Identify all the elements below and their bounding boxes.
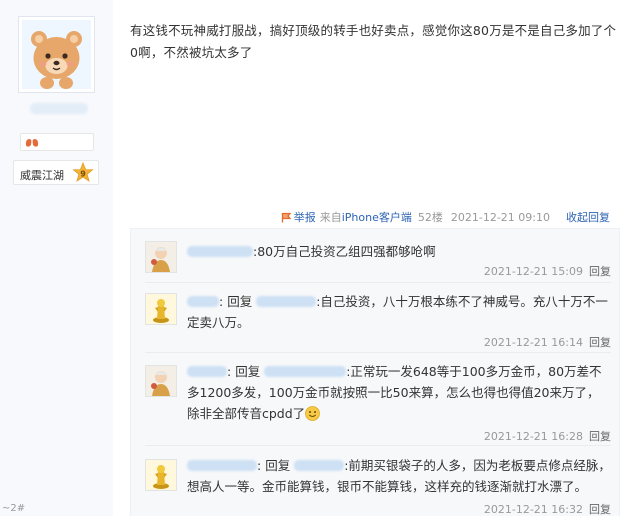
lungs-icon [25,137,39,147]
figure-avatar-icon [146,366,176,396]
collapse-replies-link[interactable]: 收起回复 [566,209,610,225]
reply-body: : 回复 :前期买银袋子的人多，因为老板要点修点经脉，想高人一等。金币能算钱，银… [187,458,611,494]
reply-word: 回复 [227,294,253,309]
reply-text: :80万自己投资乙组四强都够呛啊 [253,244,436,259]
reply-avatar[interactable] [145,459,177,491]
reply-divider [145,352,611,353]
reply-button[interactable]: 回复 [589,430,611,443]
level-number: 9 [80,170,86,179]
reply-username-redacted[interactable] [187,296,219,307]
reply-username-redacted[interactable] [187,460,257,471]
level-star-icon: 9 [72,162,94,182]
reply-target-username-redacted[interactable] [256,296,317,307]
reply-time: 2021-12-21 16:14 [483,336,583,349]
author-level-badge[interactable]: 威震江湖 9 [13,160,99,185]
reply-target-username-redacted[interactable] [294,460,345,471]
corner-text: ~2# [2,503,26,514]
reply-word: 回复 [235,364,261,379]
post-time: 2021-12-21 09:10 [450,210,550,224]
post-meta: 举报 来自iPhone客户端 52楼 2021-12-21 09:10 收起回复 [281,209,610,225]
reply-username-redacted[interactable] [187,246,253,257]
author-username-redacted[interactable] [30,103,88,114]
reply-username-redacted[interactable] [187,366,227,377]
level-name: 威震江湖 [20,169,64,182]
reply-target-username-redacted[interactable] [264,366,347,377]
report-button[interactable]: 举报 [281,209,316,225]
client-source: 来自iPhone客户端 [319,211,412,224]
reply-meta: 2021-12-21 16:32 回复 [484,501,611,516]
reply-avatar[interactable] [145,241,177,273]
author-column: 威震江湖 9 [0,0,113,516]
report-label: 举报 [293,211,316,224]
reply-button[interactable]: 回复 [589,265,611,278]
post-content: 有这钱不玩神威打服战，搞好顶级的转手也好卖点，感觉你这80万是不是自己多加了个0… [130,23,617,60]
floor-number: 52楼 [417,211,443,224]
reply-body: : 回复 :自己投资，八十万根本练不了神威号。充八十万不一定卖八万。 [187,294,608,330]
reply-avatar[interactable] [145,365,177,397]
reply-body: : 回复 :正常玩一发648等于100多万金币，80万差不多1200多发，100… [187,364,602,421]
reply-meta: 2021-12-21 16:28 回复 [484,428,611,444]
reply-button[interactable]: 回复 [589,503,611,516]
reply-meta: 2021-12-21 15:09 回复 [484,263,611,279]
golden-statue-avatar-icon [146,460,176,490]
reply-divider [145,282,611,283]
figure-avatar-icon [146,242,176,272]
tieba-post-page: 威震江湖 9 有这钱不玩神威打服战，搞好顶级的转手也好卖点，感觉你这80万是不是… [0,0,640,516]
reply-time: 2021-12-21 15:09 [483,265,583,278]
reply-avatar[interactable] [145,293,177,325]
golden-statue-avatar-icon [146,294,176,324]
client-link[interactable]: iPhone客户端 [342,211,412,224]
report-icon [281,212,292,222]
reply-divider [145,445,611,446]
reply-body: :80万自己投资乙组四强都够呛啊 [187,241,611,262]
reply-time: 2021-12-21 16:28 [483,430,583,443]
reply-meta: 2021-12-21 16:14 回复 [484,334,611,350]
reply-list: :80万自己投资乙组四强都够呛啊 2021-12-21 15:09 回复 : 回复… [130,228,620,516]
author-avatar[interactable] [18,16,95,93]
author-badge[interactable] [20,133,94,151]
reply-word: 回复 [265,458,291,473]
reply-button[interactable]: 回复 [589,336,611,349]
bear-avatar-icon [22,20,91,89]
reply-time: 2021-12-21 16:32 [483,503,583,516]
smile-emoji-icon [305,406,321,421]
